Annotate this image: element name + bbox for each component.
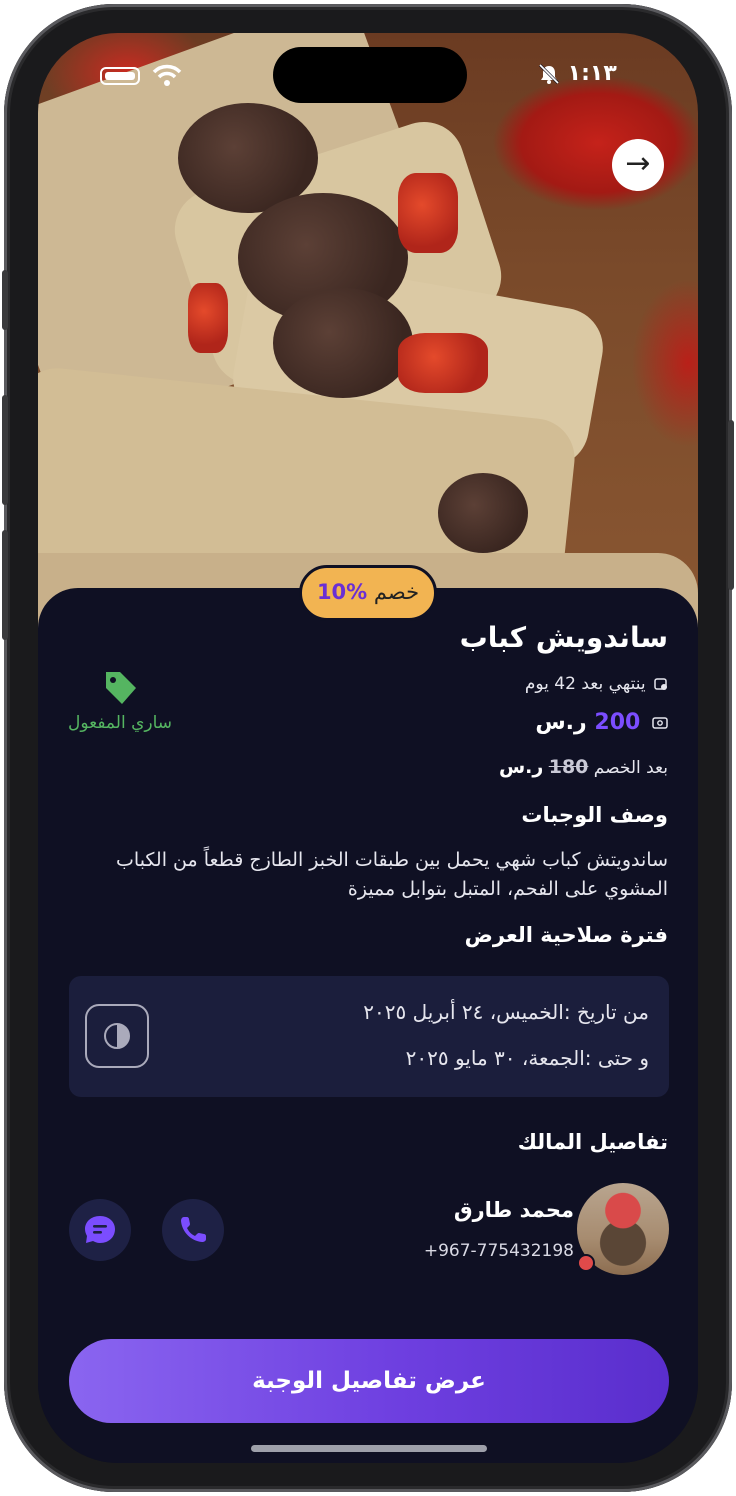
expiry-text: ينتهي بعد 42 يوم [524,674,646,694]
description-text: ساندويتش كباب شهي يحمل بين طبقات الخبز ا… [116,849,668,900]
status-bar-right: ١:١٣ [538,61,617,91]
period-from: من تاريخ :الخميس، ٢٤ أبريل ٢٠٢٥ [363,1000,649,1024]
discount-label: خصم [373,580,420,604]
discount-badge: خصم 10% [299,565,437,621]
silent-bell-icon [538,63,560,85]
after-discount-value: 180 [548,756,589,778]
wifi-icon [152,64,182,86]
description-heading: وصف الوجبات [521,803,668,827]
chat-button[interactable] [69,1199,131,1261]
meal-title: ساندويش كباب [459,621,668,654]
owner-phone: +967-775432198 [423,1241,574,1261]
tag-icon [106,672,136,704]
app-screen: ١:١٣ → خصم 10% ساندويش كباب ينتهي بعد 42… [38,33,698,1463]
price-currency: ر.س [535,710,587,735]
validity-status: ساري المفعول [68,713,173,733]
side-button [2,530,8,640]
back-button[interactable]: → [612,139,664,191]
call-button[interactable] [162,1199,224,1261]
money-icon [652,717,668,729]
after-discount: بعد الخصم 180 ر.س [499,756,668,778]
side-button [2,270,8,330]
owner-heading: تفاصيل المالك [517,1130,668,1154]
clock-icon [85,1004,149,1068]
phone-icon [181,1217,206,1242]
expiry-info: ينتهي بعد 42 يوم [525,674,668,694]
online-indicator [577,1254,595,1272]
period-heading: فترة صلاحية العرض [464,923,668,947]
view-meal-details-button[interactable]: عرض تفاصيل الوجبة [69,1339,669,1423]
owner-name: محمد طارق [453,1198,574,1222]
arrow-right-icon: → [625,146,651,181]
after-discount-currency: ر.س [498,756,544,778]
after-discount-label: بعد الخصم [593,758,668,778]
side-button [728,420,734,590]
chat-icon [85,1216,115,1243]
price-value: 200 [594,710,641,735]
battery-icon [100,67,140,85]
dynamic-island [273,47,467,103]
home-indicator [251,1445,487,1452]
discount-value: 10% [316,580,368,604]
calendar-clock-icon [654,678,667,690]
meal-image [38,33,698,633]
period-card: من تاريخ :الخميس، ٢٤ أبريل ٢٠٢٥ و حتى :ا… [69,976,669,1097]
price: 200 ر.س [535,710,668,735]
status-time: ١:١٣ [567,61,617,86]
side-button [2,395,8,505]
period-to: و حتى :الجمعة، ٣٠ مايو ٢٠٢٥ [405,1046,649,1070]
